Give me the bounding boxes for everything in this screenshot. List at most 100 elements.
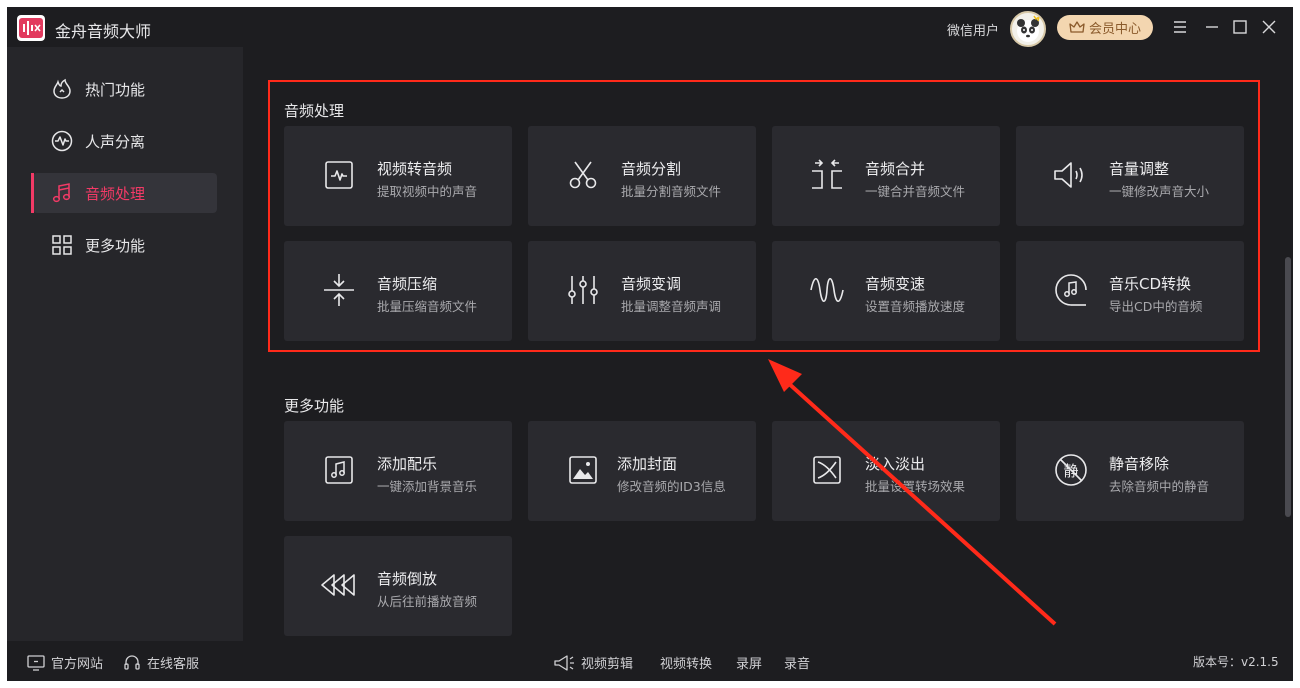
card-title: 音乐CD转换 [1109,275,1192,293]
music-note-icon [51,182,73,204]
card-title: 音频变调 [621,275,682,293]
card-subtitle: 一键添加背景音乐 [377,479,478,494]
waveform-circle-icon [51,130,73,152]
sidebar-item-vocal-separation[interactable]: 人声分离 [33,121,217,161]
fade-icon [808,451,846,489]
menu-button[interactable] [1169,16,1191,38]
card-audio-merge[interactable]: 音频合并 一键合并音频文件 [772,126,1000,226]
card-title: 音频压缩 [377,275,438,293]
sidebar-item-hot-features[interactable]: 热门功能 [33,69,217,109]
card-music-cd-convert[interactable]: 音乐CD转换 导出CD中的音频 [1016,241,1244,341]
card-subtitle: 批量压缩音频文件 [377,299,478,314]
card-silence-removal[interactable]: 静 静音移除 去除音频中的静音 [1016,421,1244,521]
card-subtitle: 设置音频播放速度 [865,299,966,314]
screen-record-link[interactable]: 录屏 [736,653,762,672]
version-label: 版本号：v2.1.5 [1193,655,1279,669]
rewind-icon [320,566,358,604]
cd-icon [1052,271,1090,309]
card-subtitle: 提取视频中的声音 [377,184,478,199]
sidebar-item-label: 人声分离 [85,132,146,151]
scrollbar-thumb[interactable] [1285,257,1291,517]
sidebar-item-audio-processing[interactable]: 音频处理 [31,173,217,213]
mute-icon: 静 [1052,451,1090,489]
video-convert-link[interactable]: 视频转换 [660,653,712,672]
section-title-more-features: 更多功能 [284,397,345,415]
audio-record-label: 录音 [784,657,811,672]
maximize-button[interactable] [1229,16,1251,38]
card-subtitle: 去除音频中的静音 [1109,479,1210,494]
card-volume-adjust[interactable]: 音量调整 一键修改声音大小 [1016,126,1244,226]
crown-icon [1069,20,1085,33]
grid-icon [51,234,73,256]
sidebar: 热门功能 人声分离 音频处理 更多功能 [7,47,243,641]
sidebar-item-label: 音频处理 [85,184,146,203]
card-subtitle: 从后往前播放音频 [377,594,478,609]
card-subtitle: 导出CD中的音频 [1109,299,1203,314]
card-audio-pitch[interactable]: 音频变调 批量调整音频声调 [528,241,756,341]
card-title: 音频变速 [865,275,926,293]
card-audio-speed[interactable]: 音频变速 设置音频播放速度 [772,241,1000,341]
card-title: 视频转音频 [377,160,453,178]
title-bar: 金舟音频大师 微信用户 会员中心 [7,7,1293,47]
card-audio-compress[interactable]: 音频压缩 批量压缩音频文件 [284,241,512,341]
scissors-icon [564,156,602,194]
card-title: 音量调整 [1109,160,1170,178]
svg-text:静: 静 [1063,462,1078,480]
card-subtitle: 批量分割音频文件 [621,184,722,199]
menu-icon [1174,21,1186,33]
fire-icon [51,78,73,100]
monitor-icon [27,654,45,671]
card-subtitle: 一键合并音频文件 [865,184,966,199]
card-title: 静音移除 [1109,455,1170,473]
close-button[interactable] [1258,16,1280,38]
card-add-music[interactable]: 添加配乐 一键添加背景音乐 [284,421,512,521]
music-file-icon [320,451,358,489]
minimize-icon [1206,26,1218,28]
card-audio-reverse[interactable]: 音频倒放 从后往前播放音频 [284,536,512,636]
megaphone-icon [554,654,574,671]
vip-center-label: 会员中心 [1088,22,1141,37]
main-content: 音频处理 视频转音频 提取视频中的声音 音频分割 批量分割音频文件 音频合并 一… [243,47,1283,641]
card-video-to-audio[interactable]: 视频转音频 提取视频中的声音 [284,126,512,226]
card-add-cover[interactable]: 添加封面 修改音频的ID3信息 [528,421,756,521]
close-icon [1262,20,1276,34]
scrollbar[interactable] [1283,47,1293,641]
card-title: 添加配乐 [377,455,438,473]
online-support-label: 在线客服 [147,657,200,672]
video-edit-link[interactable]: 视频剪辑 [553,653,633,672]
screen-record-label: 录屏 [736,657,763,672]
card-subtitle: 修改音频的ID3信息 [617,479,726,494]
card-audio-split[interactable]: 音频分割 批量分割音频文件 [528,126,756,226]
official-website-label: 官方网站 [51,657,104,672]
sliders-icon [564,271,602,309]
video-convert-label: 视频转换 [660,657,713,672]
compress-icon [320,271,358,309]
app-logo [17,15,45,41]
audio-record-link[interactable]: 录音 [784,653,810,672]
card-title: 音频合并 [865,160,926,178]
card-subtitle: 一键修改声音大小 [1109,184,1210,199]
sidebar-item-label: 更多功能 [85,236,146,255]
video-edit-label: 视频剪辑 [581,657,634,672]
app-window: 金舟音频大师 微信用户 会员中心 热门功能 人声分离 音频处理 更多功能 音频处… [7,7,1293,681]
card-fade-in-out[interactable]: 淡入淡出 批量设置转场效果 [772,421,1000,521]
card-title: 添加封面 [617,455,678,473]
image-icon [564,451,602,489]
section-title-audio-processing: 音频处理 [284,102,345,120]
minimize-button[interactable] [1201,16,1223,38]
app-title: 金舟音频大师 [55,22,152,41]
headset-icon [124,654,140,670]
card-subtitle: 批量调整音频声调 [621,299,722,314]
sidebar-item-more-features[interactable]: 更多功能 [33,225,217,265]
card-title: 音频分割 [621,160,682,178]
merge-icon [808,156,846,194]
card-title: 淡入淡出 [865,455,926,473]
official-website-link[interactable]: 官方网站 [27,653,103,672]
online-support-link[interactable]: 在线客服 [123,653,199,672]
vip-center-button[interactable]: 会员中心 [1057,15,1153,40]
card-title: 音频倒放 [377,570,438,588]
card-subtitle: 批量设置转场效果 [865,479,966,494]
user-name[interactable]: 微信用户 [947,20,999,39]
footer: 官方网站 在线客服 视频剪辑 视频转换 录屏 录音 版本号：v2.1.5 [7,641,1293,681]
avatar[interactable] [1010,11,1046,47]
